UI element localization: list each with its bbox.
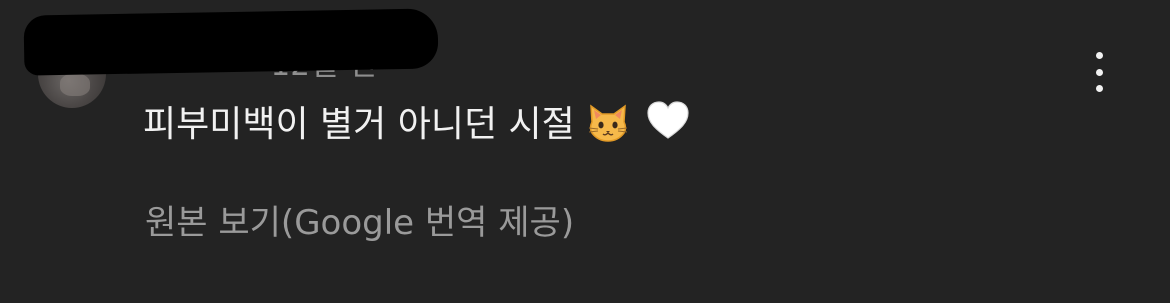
comment-text-row: 피부미백이 별거 아니던 시절 [143, 96, 691, 146]
menu-dot [1095, 52, 1103, 59]
cat-face-emoji [588, 104, 627, 142]
menu-dot [1095, 68, 1103, 76]
menu-dot [1095, 85, 1103, 92]
white-heart-emoji [647, 101, 689, 139]
comment-text: 피부미백이 별거 아니던 시절 [143, 104, 575, 145]
more-vertical-icon[interactable] [1082, 52, 1116, 92]
see-original-link[interactable]: 원본 보기(Google 번역 제공) [145, 195, 574, 244]
comment-item: ala04 • 12일 전 피부미백이 별거 아니던 시절 원본 보기(Goog… [0, 0, 1170, 303]
redaction-mark [23, 8, 439, 76]
